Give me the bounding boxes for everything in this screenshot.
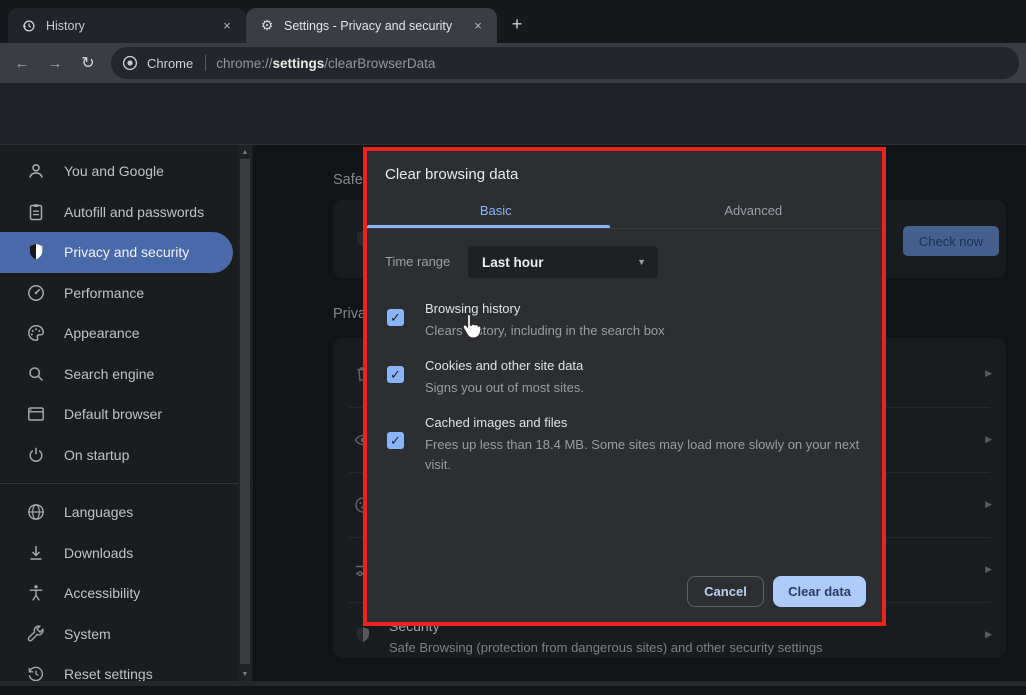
sidebar-item-system[interactable]: System — [0, 614, 233, 655]
tab-strip: History × ⚙ Settings - Privacy and secur… — [0, 0, 1026, 43]
scroll-up-icon[interactable]: ▲ — [238, 145, 252, 159]
checkbox-title: Cookies and other site data — [425, 358, 583, 373]
sidebar-item-default-browser[interactable]: Default browser — [0, 394, 233, 435]
accessibility-icon — [26, 583, 46, 603]
omnibox-separator — [205, 55, 206, 71]
sidebar-item-on-startup[interactable]: On startup — [0, 435, 233, 476]
sidebar-item-appearance[interactable]: Appearance — [0, 313, 233, 354]
new-tab-button[interactable]: + — [504, 11, 530, 37]
gear-icon: ⚙ — [259, 17, 275, 34]
chevron-right-icon[interactable]: ▶ — [985, 434, 992, 445]
magnifier-icon — [26, 364, 46, 384]
sidebar-item-label: You and Google — [64, 163, 164, 179]
power-icon — [26, 445, 46, 465]
close-tab-icon[interactable]: × — [469, 17, 487, 35]
browser-window-icon — [26, 404, 46, 424]
tab-advanced[interactable]: Advanced — [625, 197, 883, 225]
site-label: Chrome — [147, 56, 193, 71]
sidebar-item-label: Languages — [64, 504, 133, 520]
checkbox-title: Cached images and files — [425, 415, 567, 430]
scroll-down-icon[interactable]: ▼ — [238, 667, 252, 681]
sidebar-item-label: Autofill and passwords — [64, 204, 204, 220]
forward-button[interactable]: → — [42, 50, 68, 76]
cookies-checkbox[interactable]: ✓ — [387, 366, 404, 383]
checkbox-description: Frees up less than 18.4 MB. Some sites m… — [425, 435, 870, 475]
clear-browsing-data-dialog: Clear browsing data Basic Advanced Time … — [363, 147, 886, 626]
tabs-divider — [367, 228, 882, 229]
sidebar-item-label: Downloads — [64, 545, 133, 561]
sidebar-item-label: On startup — [64, 447, 129, 463]
settings-header: Settings Search settings — [0, 83, 1026, 145]
time-range-dropdown[interactable]: Last hour ▼ — [468, 246, 658, 278]
shield-icon — [26, 242, 46, 262]
palette-icon — [26, 323, 46, 343]
sidebar-item-you-and-google[interactable]: You and Google — [0, 151, 233, 192]
time-range-value: Last hour — [482, 255, 544, 270]
checkbox-description: Clears history, including in the search … — [425, 321, 870, 341]
time-range-label: Time range — [385, 246, 450, 278]
scrollbar-thumb[interactable] — [240, 159, 250, 664]
globe-icon — [26, 502, 46, 522]
dialog-title: Clear browsing data — [385, 166, 518, 183]
sidebar-item-performance[interactable]: Performance — [0, 273, 233, 314]
sidebar-item-downloads[interactable]: Downloads — [0, 533, 233, 574]
sidebar-item-label: System — [64, 626, 111, 642]
sidebar-item-privacy-security[interactable]: Privacy and security — [0, 232, 233, 273]
clear-data-button[interactable]: Clear data — [773, 576, 866, 607]
checkbox-description: Signs you out of most sites. — [425, 378, 870, 398]
reload-button[interactable]: ↻ — [75, 50, 101, 76]
back-button[interactable]: ← — [9, 50, 35, 76]
mouse-cursor — [459, 313, 483, 339]
sidebar-item-label: Search engine — [64, 366, 154, 382]
cancel-button[interactable]: Cancel — [687, 576, 764, 607]
url-host: settings — [273, 56, 325, 71]
address-bar[interactable]: Chrome chrome://settings/clearBrowserDat… — [111, 47, 1019, 79]
close-tab-icon[interactable]: × — [218, 17, 236, 35]
tab-title: History — [46, 19, 85, 33]
cached-images-checkbox[interactable]: ✓ — [387, 432, 404, 449]
sidebar-divider — [0, 483, 253, 484]
sidebar-item-autofill[interactable]: Autofill and passwords — [0, 192, 233, 233]
tab-basic[interactable]: Basic — [367, 197, 625, 225]
history-icon — [21, 19, 37, 33]
clipboard-icon — [26, 202, 46, 222]
sidebar-item-reset-settings[interactable]: Reset settings — [0, 654, 233, 695]
shield-icon — [353, 625, 373, 645]
speedometer-icon — [26, 283, 46, 303]
bottom-row-edge — [0, 681, 1026, 686]
chevron-right-icon[interactable]: ▶ — [985, 564, 992, 575]
sidebar-item-label: Default browser — [64, 406, 162, 422]
chevron-right-icon[interactable]: ▶ — [985, 499, 992, 510]
url-scheme: chrome:// — [216, 56, 272, 71]
person-icon — [26, 161, 46, 181]
security-row-subtitle: Safe Browsing (protection from dangerous… — [389, 640, 823, 655]
sidebar-item-languages[interactable]: Languages — [0, 492, 233, 533]
wrench-icon — [26, 624, 46, 644]
sidebar-item-label: Reset settings — [64, 666, 153, 682]
url-path: /clearBrowserData — [324, 56, 435, 71]
chrome-badge-icon — [122, 55, 138, 71]
chevron-right-icon[interactable]: ▶ — [985, 629, 992, 640]
tab-title: Settings - Privacy and security — [284, 19, 452, 33]
chevron-right-icon[interactable]: ▶ — [985, 368, 992, 379]
sidebar-scrollbar[interactable]: ▲ ▼ — [238, 145, 252, 681]
chevron-down-icon: ▼ — [637, 257, 646, 267]
dialog-buttons: Cancel Clear data — [687, 576, 866, 607]
tab-settings[interactable]: ⚙ Settings - Privacy and security × — [246, 8, 497, 43]
settings-sidebar: You and Google Autofill and passwords Pr… — [0, 145, 253, 686]
sidebar-item-search-engine[interactable]: Search engine — [0, 354, 233, 395]
sidebar-item-label: Privacy and security — [64, 244, 189, 260]
check-now-button[interactable]: Check now — [903, 226, 999, 256]
browsing-history-checkbox[interactable]: ✓ — [387, 309, 404, 326]
sidebar-item-label: Accessibility — [64, 585, 140, 601]
download-icon — [26, 543, 46, 563]
sidebar-item-accessibility[interactable]: Accessibility — [0, 573, 233, 614]
tab-history[interactable]: History × — [8, 8, 246, 43]
sidebar-item-label: Performance — [64, 285, 144, 301]
sidebar-item-label: Appearance — [64, 325, 140, 341]
